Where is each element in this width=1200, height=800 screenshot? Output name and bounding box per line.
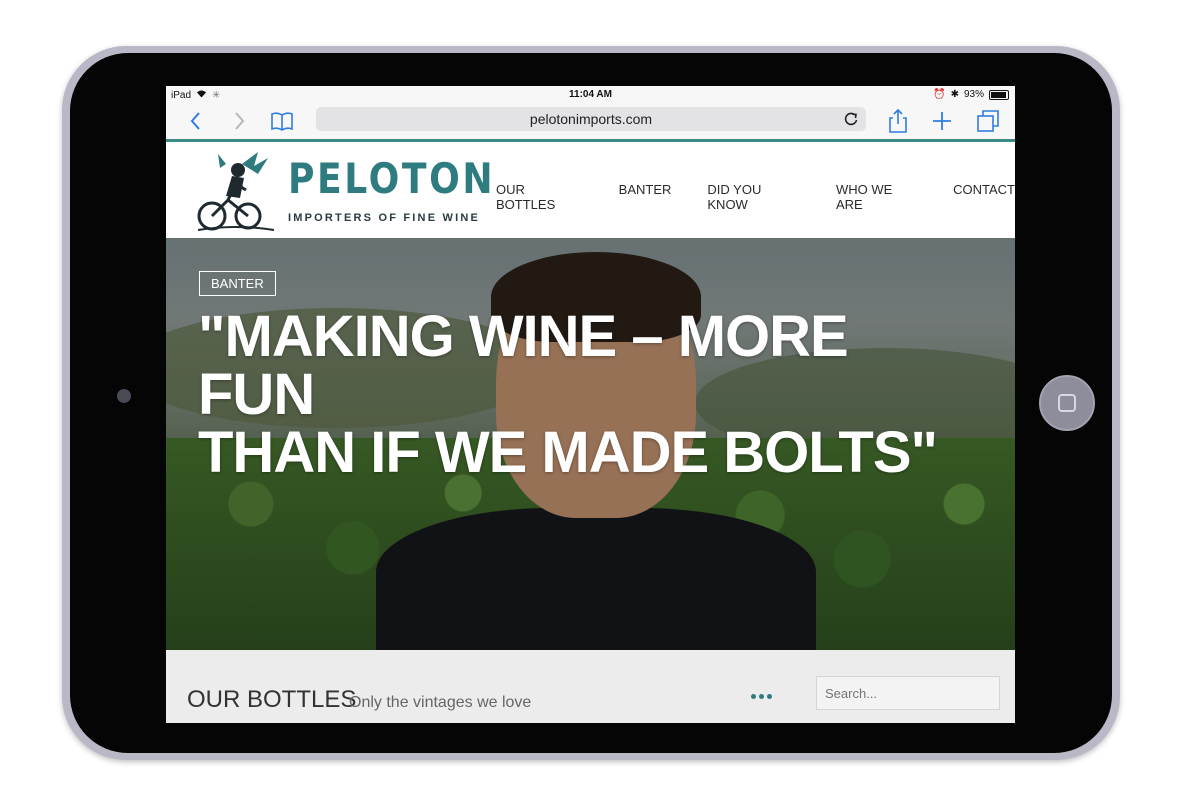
alarm-icon: ⏰ [933, 89, 946, 100]
site-header: PELOTON IMPORTERS OF FINE WINE OUR BOTTL… [166, 142, 1015, 238]
bookmarks-icon[interactable] [268, 107, 296, 135]
status-time: 11:04 AM [569, 89, 612, 100]
battery-icon [989, 89, 1009, 100]
forward-icon[interactable] [225, 107, 253, 135]
hero-banner[interactable]: BANTER "MAKING WINE – MORE FUN THAN IF W… [166, 238, 1015, 650]
camera-icon [117, 389, 131, 403]
search-input[interactable] [816, 676, 1000, 710]
nav-contact[interactable]: CONTACT [953, 182, 1015, 212]
battery-percent: 93% [963, 89, 984, 100]
new-tab-icon[interactable] [928, 107, 956, 135]
category-badge[interactable]: BANTER [199, 271, 276, 296]
home-square-icon [1058, 394, 1076, 412]
bottles-section-header: OUR BOTTLES Only the vintages we love [166, 650, 1015, 723]
bluetooth-icon: ✱ [950, 89, 959, 100]
more-options-icon[interactable] [751, 694, 772, 699]
reload-icon[interactable] [842, 110, 860, 128]
status-bar: iPad ✳ 11:04 AM ⏰ ✱ 93% [166, 86, 1015, 103]
section-title: OUR BOTTLES [187, 686, 357, 713]
cyclist-logo-icon[interactable] [196, 150, 276, 236]
back-icon[interactable] [182, 107, 210, 135]
nav-our-bottles[interactable]: OUR BOTTLES [496, 182, 583, 212]
logo-wordmark[interactable]: PELOTON [288, 154, 495, 203]
nav-did-you-know[interactable]: DID YOU KNOW [707, 182, 800, 212]
url-text: pelotonimports.com [529, 111, 653, 127]
section-subtitle: Only the vintages we love [349, 694, 532, 711]
main-nav: OUR BOTTLES BANTER DID YOU KNOW WHO WE A… [496, 182, 1015, 212]
tabs-icon[interactable] [974, 107, 1002, 135]
nav-banter[interactable]: BANTER [619, 182, 672, 212]
url-bar[interactable]: pelotonimports.com [316, 107, 866, 131]
share-icon[interactable] [884, 107, 912, 135]
screen: iPad ✳ 11:04 AM ⏰ ✱ 93% pelotonimports.c… [166, 86, 1015, 723]
logo-tagline: IMPORTERS OF FINE WINE [288, 212, 481, 224]
nav-who-we-are[interactable]: WHO WE ARE [836, 182, 917, 212]
hero-headline-line: "MAKING WINE – MORE FUN [198, 304, 849, 427]
home-button[interactable] [1039, 375, 1095, 431]
hero-headline[interactable]: "MAKING WINE – MORE FUN THAN IF WE MADE … [198, 308, 958, 482]
hero-headline-line: THAN IF WE MADE BOLTS" [198, 420, 938, 485]
browser-toolbar: pelotonimports.com [166, 103, 1015, 142]
